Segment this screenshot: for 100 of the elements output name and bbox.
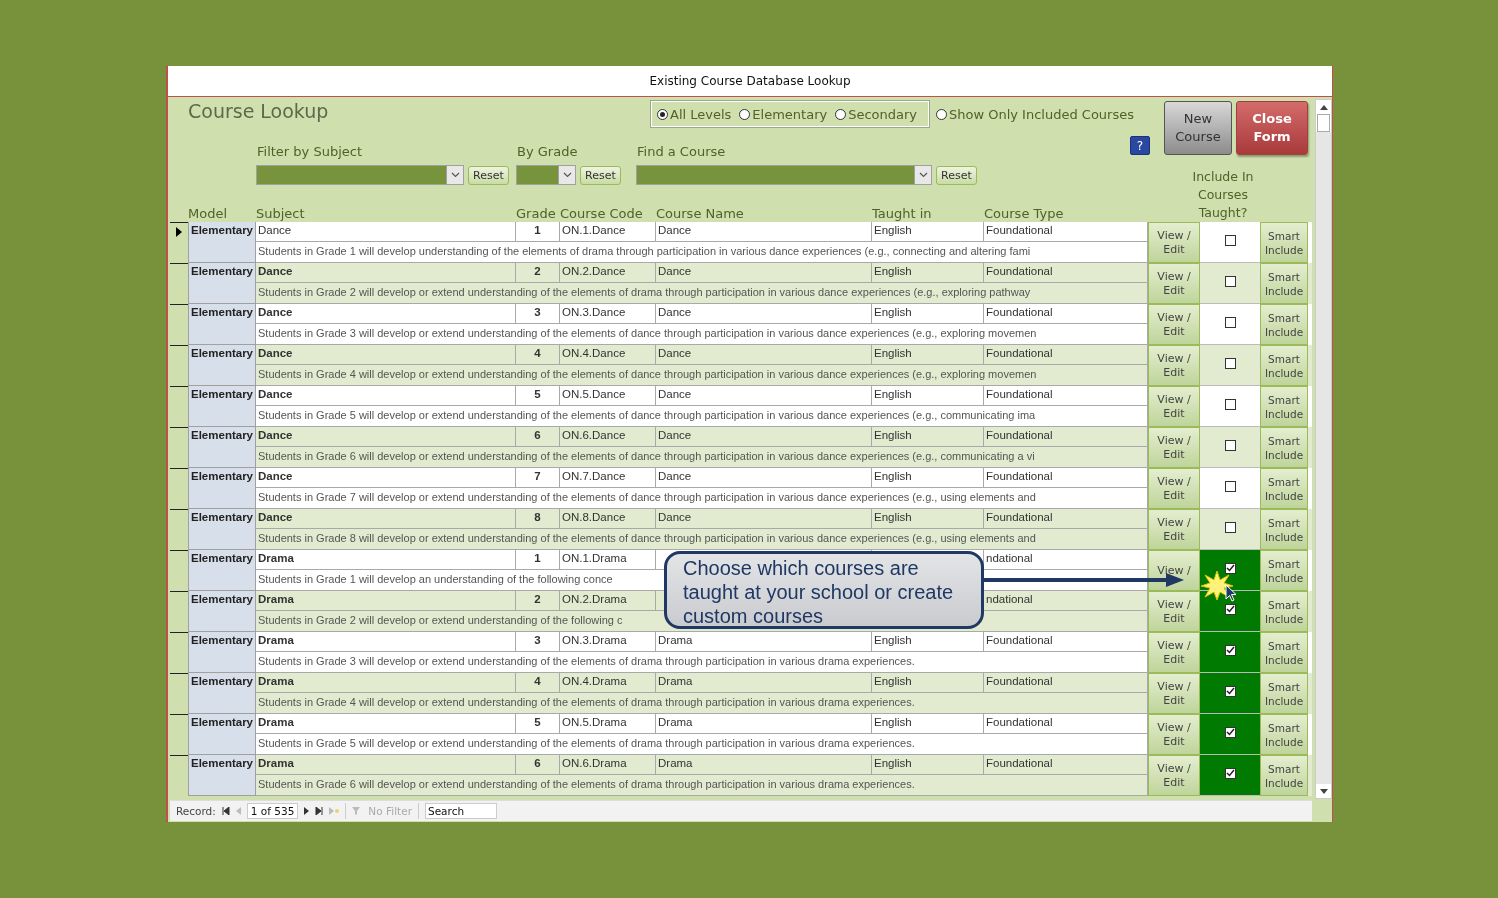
table-cell: Foundational	[984, 386, 1148, 406]
table-cell: Drama	[658, 716, 693, 728]
view-edit-button[interactable]: View / Edit	[1148, 386, 1200, 427]
view-edit-button[interactable]: View /	[1148, 550, 1200, 591]
record-selector[interactable]	[170, 591, 188, 632]
view-edit-button[interactable]: View / Edit	[1148, 427, 1200, 468]
show-included-radio[interactable]: Show Only Included Courses	[936, 106, 1134, 122]
table-cell: Elementary	[188, 714, 256, 755]
view-edit-button[interactable]: View / Edit	[1148, 345, 1200, 386]
smart-include-button[interactable]: Smart Include	[1260, 509, 1308, 550]
record-selector[interactable]	[170, 222, 188, 263]
table-cell: Dance	[658, 306, 692, 318]
view-edit-button[interactable]: View / Edit	[1148, 304, 1200, 345]
first-record-icon[interactable]	[221, 807, 230, 815]
level-radio[interactable]: All Levels	[657, 106, 732, 122]
include-checkbox[interactable]	[1224, 275, 1236, 287]
table-cell: English	[874, 716, 912, 728]
smart-include-button[interactable]: Smart Include	[1260, 550, 1308, 591]
scrollbar-thumb[interactable]	[1317, 114, 1330, 132]
record-selector[interactable]	[170, 345, 188, 386]
table-cell: Foundational	[984, 509, 1148, 529]
course-description: Students in Grade 4 will develop or extend understanding of the elements of dance through participation in various dance experiences (e.g., exploring movemen	[258, 368, 1037, 380]
smart-include-button[interactable]: Smart Include	[1260, 755, 1308, 796]
smart-include-button[interactable]: Smart Include	[1260, 591, 1308, 632]
record-selector[interactable]	[170, 509, 188, 550]
include-checkbox[interactable]	[1224, 767, 1236, 779]
smart-include-button[interactable]: Smart Include	[1260, 714, 1308, 755]
reset-button[interactable]: Reset	[936, 165, 977, 185]
smart-include-button[interactable]: Smart Include	[1260, 222, 1308, 263]
next-record-icon[interactable]	[304, 807, 310, 815]
filter-dropdown[interactable]	[256, 165, 464, 185]
smart-include-button[interactable]: Smart Include	[1260, 386, 1308, 427]
smart-include-button[interactable]: Smart Include	[1260, 263, 1308, 304]
record-selector[interactable]	[170, 673, 188, 714]
table-cell: ON.4.Drama	[560, 673, 656, 693]
view-edit-button[interactable]: View / Edit	[1148, 591, 1200, 632]
table-cell: ON.6.Drama	[560, 755, 656, 775]
column-header: Course Code	[560, 206, 644, 222]
include-checkbox[interactable]	[1224, 480, 1236, 492]
record-selector[interactable]	[170, 468, 188, 509]
smart-include-button[interactable]: Smart Include	[1260, 468, 1308, 509]
smart-include-button[interactable]: Smart Include	[1260, 427, 1308, 468]
record-selector[interactable]	[170, 304, 188, 345]
course-description: Students in Grade 5 will develop or extend understanding of the elements of dance through participation in various dance experiences (e.g., communicating ima	[258, 409, 1036, 421]
filter-label: By Grade	[516, 144, 579, 159]
record-position-field[interactable]: 1 of 535	[246, 803, 299, 819]
smart-include-button[interactable]: Smart Include	[1260, 632, 1308, 673]
record-selector[interactable]	[170, 550, 188, 591]
new-course-button[interactable]: New Course	[1164, 101, 1232, 155]
include-checkbox[interactable]	[1224, 234, 1236, 246]
table-cell: 3	[516, 304, 560, 324]
include-checkbox[interactable]	[1224, 521, 1236, 533]
record-selector[interactable]	[170, 263, 188, 304]
include-checkbox[interactable]	[1224, 603, 1236, 615]
view-edit-button[interactable]: View / Edit	[1148, 222, 1200, 263]
include-checkbox[interactable]	[1224, 644, 1236, 656]
reset-button[interactable]: Reset	[580, 165, 621, 185]
include-checkbox[interactable]	[1224, 685, 1236, 697]
column-header: Course Name	[656, 206, 745, 222]
include-checkbox[interactable]	[1224, 726, 1236, 738]
reset-button[interactable]: Reset	[468, 165, 509, 185]
course-description: Students in Grade 2 will develop or extend understanding of the elements of drama through participation in various dance experiences (e.g., exploring pathway	[258, 286, 1031, 298]
click-burst-tooltip	[1200, 570, 1234, 600]
vertical-scrollbar[interactable]	[1315, 99, 1332, 799]
record-selector[interactable]	[170, 714, 188, 755]
table-cell: 2	[516, 263, 560, 283]
record-selector[interactable]	[170, 427, 188, 468]
table-cell: Dance	[658, 511, 692, 523]
filter-dropdown[interactable]	[516, 165, 576, 185]
include-checkbox[interactable]	[1224, 316, 1236, 328]
include-checkbox[interactable]	[1224, 398, 1236, 410]
last-record-icon[interactable]	[315, 807, 324, 815]
search-field[interactable]: Search	[425, 803, 497, 819]
smart-include-button[interactable]: Smart Include	[1260, 673, 1308, 714]
close-form-button[interactable]: Close Form	[1236, 101, 1308, 155]
view-edit-button[interactable]: View / Edit	[1148, 714, 1200, 755]
record-selector[interactable]	[170, 755, 188, 796]
view-edit-button[interactable]: View / Edit	[1148, 468, 1200, 509]
level-radio[interactable]: Elementary	[739, 106, 828, 122]
filter-dropdown[interactable]	[636, 165, 932, 185]
record-selector[interactable]	[170, 386, 188, 427]
view-edit-button[interactable]: View / Edit	[1148, 755, 1200, 796]
table-cell: Dance	[256, 263, 516, 283]
record-selector[interactable]	[170, 632, 188, 673]
level-radio[interactable]: Secondary	[835, 106, 918, 122]
table-cell: Foundational	[984, 673, 1148, 693]
table-cell: 6	[516, 755, 560, 775]
view-edit-button[interactable]: View / Edit	[1148, 673, 1200, 714]
include-checkbox[interactable]	[1224, 439, 1236, 451]
help-button[interactable]: ?	[1130, 136, 1150, 155]
include-checkbox[interactable]	[1224, 357, 1236, 369]
table-cell: Foundational	[984, 304, 1148, 324]
smart-include-button[interactable]: Smart Include	[1260, 345, 1308, 386]
table-cell: English	[874, 470, 912, 482]
view-edit-button[interactable]: View / Edit	[1148, 632, 1200, 673]
view-edit-button[interactable]: View / Edit	[1148, 263, 1200, 304]
smart-include-button[interactable]: Smart Include	[1260, 304, 1308, 345]
include-checkbox[interactable]	[1224, 562, 1236, 574]
table-cell: Drama	[256, 591, 516, 611]
view-edit-button[interactable]: View / Edit	[1148, 509, 1200, 550]
